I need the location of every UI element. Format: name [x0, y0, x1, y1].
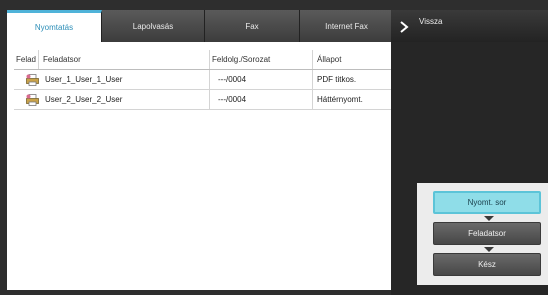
tab-internet-fax[interactable]: Internet Fax — [300, 10, 394, 42]
back-label: Vissza — [419, 17, 443, 26]
tab-fax[interactable]: Fax — [205, 10, 300, 42]
print-job-icon — [26, 93, 39, 106]
print-queue-button[interactable]: Nyomt. sor — [433, 191, 541, 214]
column-header-progress[interactable]: Feldolg./Sorozat — [209, 50, 312, 69]
table-header: Felad Feladatsor Feldolg./Sorozat Állapo… — [14, 50, 417, 70]
table-row[interactable]: User_1_User_1_User ---/0004 PDF titkos. — [14, 70, 417, 90]
job-name: User_2_User_2_User — [45, 95, 123, 104]
job-queue-button[interactable]: Feladatsor — [433, 222, 541, 245]
table-row[interactable]: User_2_User_2_User ---/0004 Háttérnyomt. — [14, 90, 417, 110]
column-header-sender[interactable]: Felad — [14, 50, 39, 69]
job-list-panel: Nyomtatás Lapolvasás Fax Internet Fax Fe… — [7, 10, 417, 290]
job-name: User_1_User_1_User — [45, 75, 123, 84]
column-header-job-queue[interactable]: Feladatsor — [39, 50, 209, 69]
tab-scan[interactable]: Lapolvasás — [102, 10, 205, 42]
job-progress: ---/0004 — [209, 70, 312, 89]
back-button[interactable]: Vissza — [391, 10, 548, 42]
side-blank-area — [391, 42, 548, 192]
chevron-right-icon — [400, 21, 409, 33]
down-arrow-icon — [484, 247, 494, 252]
down-arrow-icon — [484, 216, 494, 221]
mode-tabs: Nyomtatás Lapolvasás Fax Internet Fax — [7, 10, 417, 42]
job-table: Felad Feladatsor Feldolg./Sorozat Állapo… — [14, 50, 417, 110]
print-job-icon — [26, 73, 39, 86]
job-icon-cell — [14, 70, 39, 89]
job-progress: ---/0004 — [209, 90, 312, 109]
tab-print[interactable]: Nyomtatás — [7, 10, 102, 42]
done-button[interactable]: Kész — [433, 253, 541, 276]
job-icon-cell — [14, 90, 39, 109]
